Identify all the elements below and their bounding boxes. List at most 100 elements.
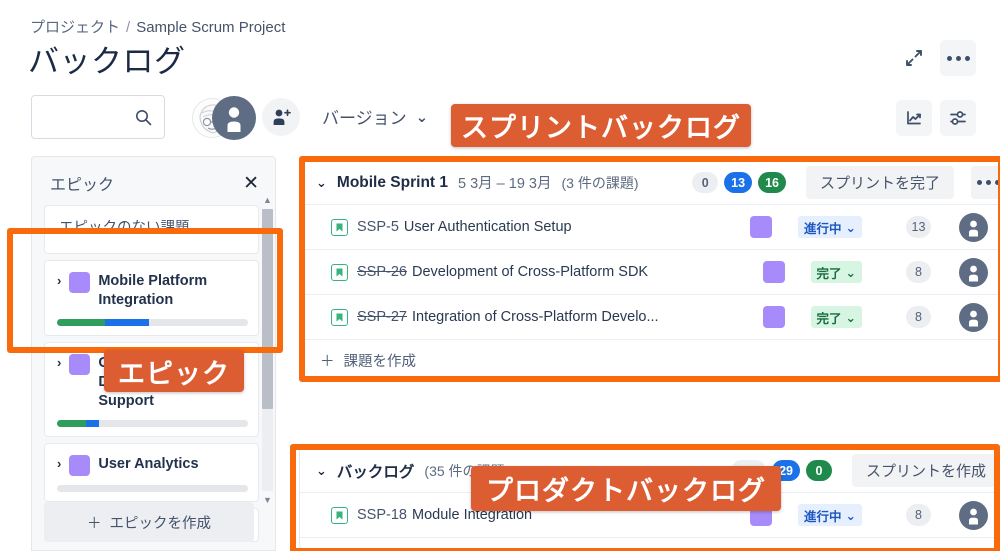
breadcrumb-project-name[interactable]: Sample Scrum Project [136, 19, 285, 36]
close-icon[interactable]: ✕ [243, 174, 259, 193]
chevron-down-icon: ⌄ [845, 310, 856, 325]
person-icon [969, 265, 978, 281]
create-epic-label: エピックを作成 [109, 515, 212, 532]
chevron-down-icon: ⌄ [415, 108, 429, 126]
version-dropdown-label: バージョン [322, 109, 407, 128]
story-points[interactable]: 8 [906, 306, 931, 328]
issue-summary[interactable]: User Authentication Setup [404, 219, 572, 235]
avatar-secondary [212, 96, 256, 140]
complete-sprint-button[interactable]: スプリントを完了 [805, 166, 954, 199]
insights-button[interactable] [896, 100, 932, 136]
epic-item-label: エピックのない課題 [59, 220, 190, 236]
epic-panel-title: エピック [50, 177, 115, 194]
table-row[interactable]: SSP-5 User Authentication Setup 進行中 ⌄ 13 [300, 205, 1000, 250]
issue-key[interactable]: SSP-18 [357, 507, 407, 523]
status-dropdown[interactable]: 進行中 ⌄ [798, 216, 862, 238]
version-dropdown[interactable]: バージョン ⌄ [322, 104, 428, 129]
annotation-label-epic: エピック [104, 350, 244, 392]
breadcrumb: プロジェクト / Sample Scrum Project [30, 16, 285, 37]
person-icon [969, 310, 978, 326]
expand-button[interactable] [896, 40, 932, 76]
chevron-down-icon[interactable]: ⌄ [316, 463, 327, 479]
table-row[interactable]: SSP-27 Integration of Cross-Platform Dev… [300, 295, 1000, 340]
sprint-more-button[interactable] [971, 166, 1000, 199]
chevron-right-icon[interactable]: › [57, 272, 61, 290]
search-input[interactable] [31, 95, 165, 139]
story-icon [331, 506, 348, 524]
create-epic-button[interactable]: ＋ エピックを作成 [44, 502, 254, 542]
status-dropdown[interactable]: 進行中 ⌄ [798, 504, 862, 526]
annotation-label-backlog: プロダクトバックログ [471, 466, 781, 511]
table-row-partial [300, 538, 1000, 548]
assignee-avatar[interactable] [959, 302, 988, 332]
plus-icon: ＋ [87, 515, 102, 532]
status-label: 完了 [816, 266, 842, 281]
chevron-right-icon[interactable]: › [57, 455, 61, 473]
scroll-down-arrow-icon[interactable]: ▼ [262, 495, 273, 505]
person-icon [969, 220, 978, 236]
status-badge-done: 0 [805, 460, 832, 481]
epic-progress-bar [57, 420, 248, 427]
row-meta: 進行中 ⌄ 8 [750, 500, 1000, 530]
status-badge-todo: 0 [692, 172, 719, 193]
backlog-title: バックログ [336, 463, 415, 481]
scroll-up-arrow-icon[interactable]: ▲ [262, 195, 273, 205]
chevron-down-icon: ⌄ [845, 508, 856, 523]
status-dropdown[interactable]: 完了 ⌄ [810, 306, 862, 328]
sprint-panel: ⌄ Mobile Sprint 1 5 3月 – 19 3月 (3 件の課題) … [299, 160, 1000, 382]
expand-icon [906, 50, 922, 66]
epic-list-item-no-epic[interactable]: エピックのない課題 [44, 205, 259, 254]
story-points[interactable]: 8 [906, 261, 931, 283]
epic-item-label: Mobile Platform Integration [98, 273, 208, 308]
status-badge-inprogress: 13 [724, 172, 753, 193]
issue-key[interactable]: SSP-26 [357, 264, 407, 280]
assignee-avatar[interactable] [959, 257, 988, 287]
story-points[interactable]: 8 [906, 504, 931, 526]
sprint-dates: 5 3月 – 19 3月 [458, 176, 552, 192]
chevron-down-icon: ⌄ [845, 265, 856, 280]
epic-color-chip[interactable] [762, 306, 785, 328]
epic-panel-scrollbar[interactable]: ▲ ▼ [261, 195, 273, 505]
more-options-button[interactable] [940, 40, 976, 76]
breadcrumb-separator: / [126, 19, 131, 36]
epic-list-item[interactable]: › Mobile Platform Integration [44, 260, 259, 336]
issue-summary[interactable]: Development of Cross-Platform SDK [412, 264, 648, 280]
chevron-right-icon[interactable]: › [57, 354, 61, 372]
assignee-avatar[interactable] [959, 212, 988, 242]
board-settings-button[interactable] [940, 100, 976, 136]
epic-color-chip[interactable] [762, 261, 785, 283]
create-issue-label: 課題を作成 [343, 354, 417, 370]
epic-list-item[interactable]: › User Analytics [44, 443, 259, 502]
page-title: バックログ [28, 44, 186, 79]
create-sprint-button[interactable]: スプリントを作成 [851, 454, 1000, 487]
epic-progress-bar [57, 485, 248, 492]
epic-progress-bar [57, 319, 248, 326]
story-icon [331, 218, 348, 236]
status-badge-done: 16 [758, 172, 786, 193]
issue-key[interactable]: SSP-27 [357, 309, 407, 325]
sprint-badges: 0 13 16 [692, 172, 786, 193]
epic-color-chip[interactable] [750, 216, 772, 238]
more-icon [976, 180, 1000, 185]
breadcrumb-project-link[interactable]: プロジェクト [30, 19, 120, 36]
scrollbar-thumb[interactable] [262, 209, 273, 409]
row-meta: 完了 ⌄ 8 [762, 257, 1000, 287]
issue-summary[interactable]: Integration of Cross-Platform Develo... [412, 309, 659, 325]
story-points[interactable]: 13 [906, 216, 931, 238]
assignee-avatar[interactable] [959, 500, 988, 530]
issue-key[interactable]: SSP-5 [357, 219, 399, 235]
status-label: 完了 [816, 311, 842, 326]
sprint-header: ⌄ Mobile Sprint 1 5 3月 – 19 3月 (3 件の課題) … [300, 161, 1000, 205]
row-meta: 進行中 ⌄ 13 [750, 212, 1000, 242]
create-issue-button[interactable]: ＋ 課題を作成 [300, 340, 1000, 381]
status-dropdown[interactable]: 完了 ⌄ [810, 261, 862, 283]
chevron-down-icon[interactable]: ⌄ [316, 175, 327, 191]
settings-sliders-icon [950, 111, 966, 125]
annotation-label-sprint: スプリントバックログ [451, 104, 751, 147]
avatar-group[interactable] [192, 94, 256, 140]
epic-color-swatch [69, 354, 91, 375]
add-user-button[interactable] [262, 98, 300, 136]
table-row[interactable]: SSP-26 Development of Cross-Platform SDK… [300, 250, 1000, 295]
epic-color-swatch [69, 272, 91, 293]
backlog-screen: プロジェクト / Sample Scrum Project バックログ バージョ… [0, 0, 1000, 551]
